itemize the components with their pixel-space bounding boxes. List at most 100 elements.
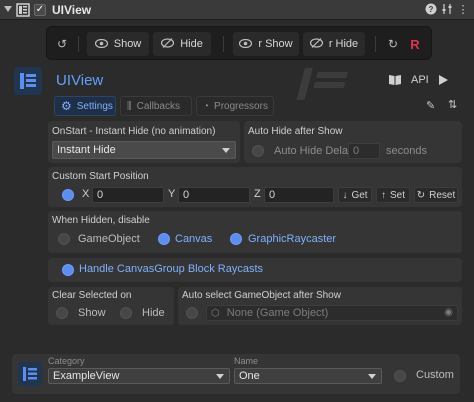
on-start-panel: OnStart - Instant Hide (no animation) In… <box>48 121 240 163</box>
auto-hide-delay-field[interactable]: 0 <box>348 143 380 159</box>
progressors-icon: ◔ <box>203 100 210 112</box>
disable-graphicraycaster-toggle[interactable] <box>230 233 242 245</box>
z-label: Z <box>254 188 261 200</box>
reverse-show-label: r Show <box>258 38 293 50</box>
when-hidden-label: When Hidden, disable <box>52 215 150 226</box>
foldout-arrow-icon[interactable] <box>4 6 12 12</box>
auto-select-object-field[interactable]: ⬡ None (Game Object) ◉ <box>206 305 458 321</box>
category-dropdown[interactable]: ExampleView <box>48 368 230 384</box>
toolbar-divider <box>78 36 79 52</box>
arrow-down-icon: ↓ <box>342 189 348 201</box>
set-button[interactable]: ↑ Set <box>376 187 410 203</box>
reverse-show-button[interactable]: r Show <box>233 32 299 56</box>
reset-position-button[interactable]: ↻ Reset <box>414 187 458 203</box>
auto-hide-delay-label: Auto Hide Delay <box>274 145 354 157</box>
sliders-icon[interactable] <box>440 3 454 17</box>
chevron-down-icon <box>222 148 230 153</box>
handle-raycast-panel: Handle CanvasGroup Block Raycasts <box>48 258 462 282</box>
brand-button[interactable]: R <box>405 32 425 56</box>
reverse-hide-button[interactable]: r Hide <box>303 32 365 56</box>
auto-hide-unit: seconds <box>386 145 427 157</box>
auto-hide-label: Auto Hide after Show <box>248 126 343 137</box>
custom-name-label: Custom <box>416 369 454 381</box>
disable-canvas-label: Canvas <box>175 233 213 245</box>
book-icon[interactable] <box>388 74 402 89</box>
clear-selected-panel: Clear Selected on Show Hide <box>48 287 174 325</box>
arrow-up-icon: ↑ <box>380 189 386 201</box>
component-name: UIView <box>56 72 104 89</box>
on-start-label: OnStart - Instant Hide (no animation) <box>52 126 216 137</box>
api-label[interactable]: API <box>411 74 429 86</box>
edit-icon[interactable]: ✎ <box>426 99 435 112</box>
eye-off-icon <box>161 37 175 51</box>
auto-select-toggle[interactable] <box>186 307 198 319</box>
disable-canvas-toggle[interactable] <box>158 233 170 245</box>
chevron-down-icon <box>216 374 224 379</box>
cube-icon: ⬡ <box>211 308 220 319</box>
x-field[interactable]: 0 <box>92 187 164 203</box>
refresh-button[interactable]: ↻ <box>383 32 403 56</box>
view-id-panel: Category ExampleView Name One Custom <box>12 354 460 394</box>
clear-on-hide-toggle[interactable] <box>120 307 132 319</box>
clear-on-show-label: Show <box>78 307 106 319</box>
disable-gameobject-label: GameObject <box>78 233 140 245</box>
view-controls-toolbar: ↺ Show Hide r Show r Hide ↻ R <box>46 26 432 60</box>
clear-on-show-toggle[interactable] <box>56 307 68 319</box>
show-label: Show <box>113 38 142 50</box>
tab-progressors[interactable]: ◔ Progressors <box>196 96 274 116</box>
view-id-icon <box>18 362 42 386</box>
uiview-component-icon <box>16 3 30 17</box>
component-title: UIView <box>52 3 92 17</box>
category-label: Category <box>48 356 85 366</box>
svg-text:?: ? <box>429 5 434 14</box>
eye-off-icon <box>309 37 323 51</box>
tab-settings[interactable]: ⚙ Settings <box>54 96 116 116</box>
auto-hide-panel: Auto Hide after Show Auto Hide Delay 0 s… <box>244 121 462 163</box>
auto-select-panel: Auto select GameObject after Show ⬡ None… <box>178 287 462 325</box>
chevron-down-icon <box>368 374 376 379</box>
component-header-bar: ✓ UIView ? ⋮ <box>0 0 474 20</box>
eye-icon <box>239 37 253 51</box>
sort-icon[interactable]: ⇅ <box>448 98 457 111</box>
hide-button[interactable]: Hide <box>153 32 211 56</box>
show-button[interactable]: Show <box>87 32 149 56</box>
auto-hide-toggle[interactable] <box>252 145 264 157</box>
toolbar-divider <box>375 36 376 52</box>
handle-raycast-toggle[interactable] <box>62 264 74 276</box>
when-hidden-panel: When Hidden, disable GameObject Canvas G… <box>48 211 462 253</box>
on-start-dropdown[interactable]: Instant Hide <box>52 141 236 159</box>
watermark-logo <box>296 64 366 104</box>
refresh-icon: ↻ <box>387 37 399 51</box>
kebab-icon[interactable]: ⋮ <box>456 3 470 17</box>
name-label: Name <box>234 356 259 366</box>
handle-raycast-label: Handle CanvasGroup Block Raycasts <box>79 263 264 275</box>
r-logo-icon: R <box>410 36 420 52</box>
eye-icon <box>94 37 108 51</box>
help-icon[interactable]: ? <box>424 3 438 17</box>
disable-graphicraycaster-label: GraphicRaycaster <box>248 233 337 245</box>
custom-start-panel: Custom Start Position X 0 Y 0 Z 0 ↓ Get … <box>48 167 462 207</box>
x-label: X <box>82 188 90 200</box>
get-button[interactable]: ↓ Get <box>338 187 372 203</box>
z-field[interactable]: 0 <box>264 187 334 203</box>
toolbar-divider <box>223 36 224 52</box>
callbacks-icon: ⫼ <box>127 100 132 112</box>
name-dropdown[interactable]: One <box>234 368 382 384</box>
reset-icon: ↻ <box>416 189 426 201</box>
object-picker-icon[interactable]: ◉ <box>444 306 453 320</box>
gear-icon: ⚙ <box>61 99 72 113</box>
undo-icon: ↺ <box>56 37 68 51</box>
disable-gameobject-toggle[interactable] <box>58 233 70 245</box>
custom-start-toggle[interactable] <box>62 189 74 201</box>
uiview-large-icon <box>14 67 42 95</box>
component-enabled-checkbox[interactable]: ✓ <box>34 4 46 16</box>
reset-button[interactable]: ↺ <box>53 32 71 56</box>
clear-on-hide-label: Hide <box>142 307 165 319</box>
tab-callbacks[interactable]: ⫼ Callbacks <box>120 96 192 116</box>
custom-name-toggle[interactable] <box>394 370 406 382</box>
auto-select-label: Auto select GameObject after Show <box>182 290 341 301</box>
y-label: Y <box>168 188 176 200</box>
hide-label: Hide <box>180 38 203 50</box>
y-field[interactable]: 0 <box>178 187 250 203</box>
play-icon[interactable] <box>438 75 448 88</box>
